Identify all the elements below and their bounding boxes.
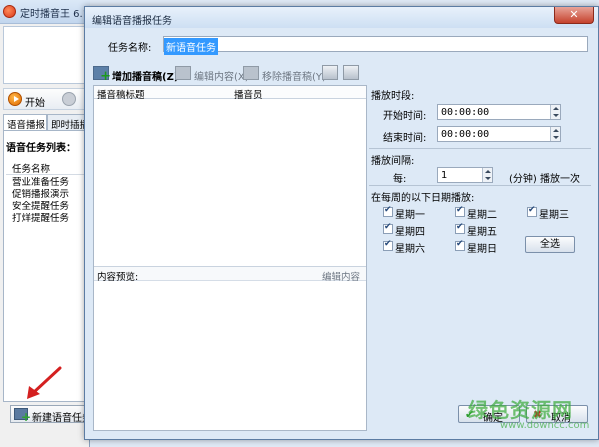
end-time-value: 00:00:00 xyxy=(441,129,490,140)
edit-content-button[interactable]: 编辑内容(X) xyxy=(175,65,249,83)
select-all-button[interactable]: 全选 xyxy=(525,236,575,253)
main-window-title: 定时播音王 6.1 标准版 xyxy=(20,9,88,20)
task-list-panel: 语音任务列表： 任务名称 营业准备任务 促销播报演示 安全提醒任务 打烊提醒任务 xyxy=(3,130,87,402)
task-list: 营业准备任务 促销播报演示 安全提醒任务 打烊提醒任务 xyxy=(6,177,84,225)
interval-value: 1 xyxy=(441,170,448,181)
interval-title: 播放间隔: xyxy=(371,156,415,167)
dialog-titlebar[interactable]: 编辑语音播报任务 ✕ xyxy=(85,7,598,28)
new-voice-task-button[interactable]: 新建语音任务 xyxy=(10,405,92,424)
start-time-spinner-icon[interactable] xyxy=(550,105,560,119)
move-down-icon[interactable] xyxy=(343,65,359,80)
day-label: 星期四 xyxy=(395,227,425,238)
preview-bar: 内容预览: 编辑内容 xyxy=(94,267,366,283)
new-task-icon xyxy=(14,408,31,424)
task-name-input[interactable]: 新语音任务 xyxy=(163,36,588,55)
end-time-label: 结束时间: xyxy=(383,133,427,144)
checkbox-icon xyxy=(383,239,393,251)
main-toolbar: 开始 xyxy=(3,88,87,110)
interval-unit-label: (分钟) 播放一次 xyxy=(509,174,580,185)
day-label: 星期三 xyxy=(539,210,569,221)
day-label: 星期日 xyxy=(467,244,497,255)
checkbox-icon xyxy=(383,205,393,217)
task-name-row: 任务名称: 新语音任务 xyxy=(85,35,598,55)
add-script-label: 增加播音稿(Z) xyxy=(112,72,179,83)
task-name-value: 新语音任务 xyxy=(164,38,218,55)
add-script-icon xyxy=(93,66,111,84)
app-icon xyxy=(3,5,16,18)
day-label: 星期五 xyxy=(467,227,497,238)
list-item[interactable]: 营业准备任务 xyxy=(6,177,84,189)
checkbox-icon xyxy=(455,239,465,251)
interval-each-label: 每: xyxy=(393,174,407,185)
close-button[interactable]: ✕ xyxy=(554,7,594,24)
tab-voice-broadcast[interactable]: 语音播报 xyxy=(3,114,47,130)
task-name-label: 任务名称: xyxy=(108,43,152,54)
end-time-spinner-icon[interactable] xyxy=(550,127,560,141)
weekdays-title: 在每周的以下日期播放: xyxy=(371,193,475,204)
script-list-pane: 播音稿标题 播音员 内容预览: 编辑内容 xyxy=(93,85,367,431)
checkbox-icon xyxy=(383,222,393,234)
day-label: 星期二 xyxy=(467,210,497,221)
script-toolbar: 增加播音稿(Z) 编辑内容(X) 移除播音稿(Y) xyxy=(93,65,593,84)
start-time-label: 开始时间: xyxy=(383,111,427,122)
red-arrow-annotation xyxy=(27,366,62,399)
section-divider xyxy=(369,148,591,149)
checkbox-icon xyxy=(455,205,465,217)
preview-edit-link[interactable]: 编辑内容 xyxy=(322,269,360,283)
main-titlebar: 定时播音王 6.1 标准版 xyxy=(0,0,90,24)
add-script-button[interactable]: 增加播音稿(Z) xyxy=(93,65,178,84)
watermark-url: www.downcc.com xyxy=(500,420,590,431)
script-list-header: 播音稿标题 播音员 xyxy=(94,86,366,101)
task-list-heading: 语音任务列表： xyxy=(6,143,76,154)
task-column-header[interactable]: 任务名称 xyxy=(6,161,84,175)
status-area xyxy=(3,26,87,84)
edit-task-dialog: 编辑语音播报任务 ✕ 任务名称: 新语音任务 增加播音稿(Z) 编辑内容(X) … xyxy=(84,6,599,440)
remove-script-button[interactable]: 移除播音稿(Y) xyxy=(243,65,326,83)
dialog-title: 编辑语音播报任务 xyxy=(92,16,172,27)
remove-script-label: 移除播音稿(Y) xyxy=(262,72,326,83)
preview-label: 内容预览: xyxy=(97,272,139,283)
list-item[interactable]: 打烊提醒任务 xyxy=(6,213,84,225)
day-label: 星期一 xyxy=(395,210,425,221)
interval-spinner-icon[interactable] xyxy=(482,168,492,182)
watermark-text: 绿色资源网 xyxy=(468,398,573,422)
column-script-title[interactable]: 播音稿标题 xyxy=(97,87,145,101)
pause-icon[interactable] xyxy=(62,92,76,106)
edit-content-icon xyxy=(175,66,191,80)
move-up-icon[interactable] xyxy=(322,65,338,80)
settings-pane: 播放时段: 开始时间: 00:00:00 结束时间: 00:00:00 播放间隔… xyxy=(369,85,593,270)
remove-script-icon xyxy=(243,66,259,80)
section-divider xyxy=(369,185,591,186)
checkbox-icon xyxy=(455,222,465,234)
start-time-value: 00:00:00 xyxy=(441,107,490,118)
checkbox-icon xyxy=(527,205,537,217)
period-title: 播放时段: xyxy=(371,91,415,102)
edit-content-label: 编辑内容(X) xyxy=(194,72,249,83)
end-time-field[interactable]: 00:00:00 xyxy=(437,126,561,142)
list-item[interactable]: 促销播报演示 xyxy=(6,189,84,201)
day-label: 星期六 xyxy=(395,244,425,255)
start-button-label[interactable]: 开始 xyxy=(25,94,45,109)
list-item[interactable]: 安全提醒任务 xyxy=(6,201,84,213)
tab-instant-broadcast[interactable]: 即时插播 xyxy=(47,114,87,130)
new-task-label: 新建语音任务 xyxy=(32,413,92,424)
column-announcer[interactable]: 播音员 xyxy=(234,87,263,101)
interval-input[interactable]: 1 xyxy=(437,167,493,183)
start-time-field[interactable]: 00:00:00 xyxy=(437,104,561,120)
main-tabs: 语音播报 即时插播 xyxy=(3,114,87,130)
play-icon[interactable] xyxy=(8,92,22,106)
